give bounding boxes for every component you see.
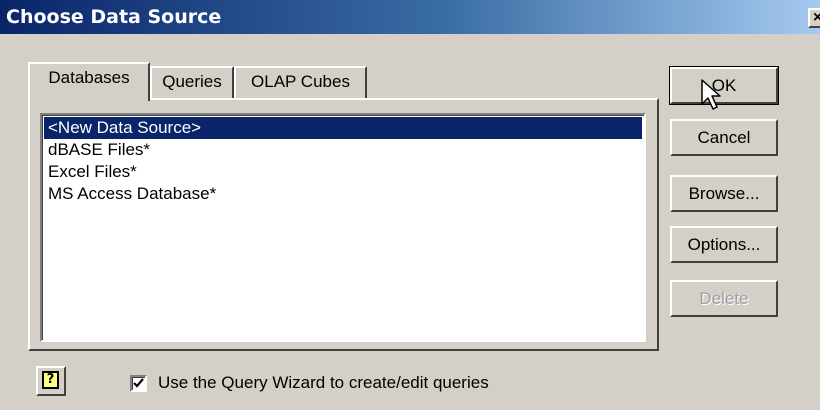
- options-button[interactable]: Options...: [670, 226, 778, 263]
- title-bar[interactable]: Choose Data Source ×: [0, 0, 820, 34]
- help-button[interactable]: ?: [36, 366, 66, 396]
- cancel-button[interactable]: Cancel: [670, 119, 778, 156]
- window-title: Choose Data Source: [6, 6, 222, 28]
- list-item-dbase-files[interactable]: dBASE Files*: [44, 139, 642, 161]
- list-item-excel-files[interactable]: Excel Files*: [44, 161, 642, 183]
- checkmark-icon: [133, 378, 144, 388]
- help-icon: ?: [42, 371, 59, 389]
- ok-button[interactable]: OK: [669, 66, 779, 105]
- list-item-ms-access-database[interactable]: MS Access Database*: [44, 183, 642, 205]
- tab-olap-cubes[interactable]: OLAP Cubes: [234, 66, 367, 98]
- mouse-pointer-icon: [701, 79, 721, 110]
- browse-button[interactable]: Browse...: [670, 175, 778, 212]
- data-source-list[interactable]: <New Data Source> dBASE Files* Excel Fil…: [40, 113, 646, 342]
- query-wizard-label: Use the Query Wizard to create/edit quer…: [158, 373, 489, 392]
- close-button[interactable]: ×: [808, 8, 820, 28]
- delete-button: Delete: [670, 280, 778, 317]
- tab-queries[interactable]: Queries: [150, 66, 234, 98]
- query-wizard-checkbox[interactable]: [130, 375, 147, 392]
- list-item-new-data-source[interactable]: <New Data Source>: [44, 117, 642, 139]
- tab-databases[interactable]: Databases: [28, 62, 150, 101]
